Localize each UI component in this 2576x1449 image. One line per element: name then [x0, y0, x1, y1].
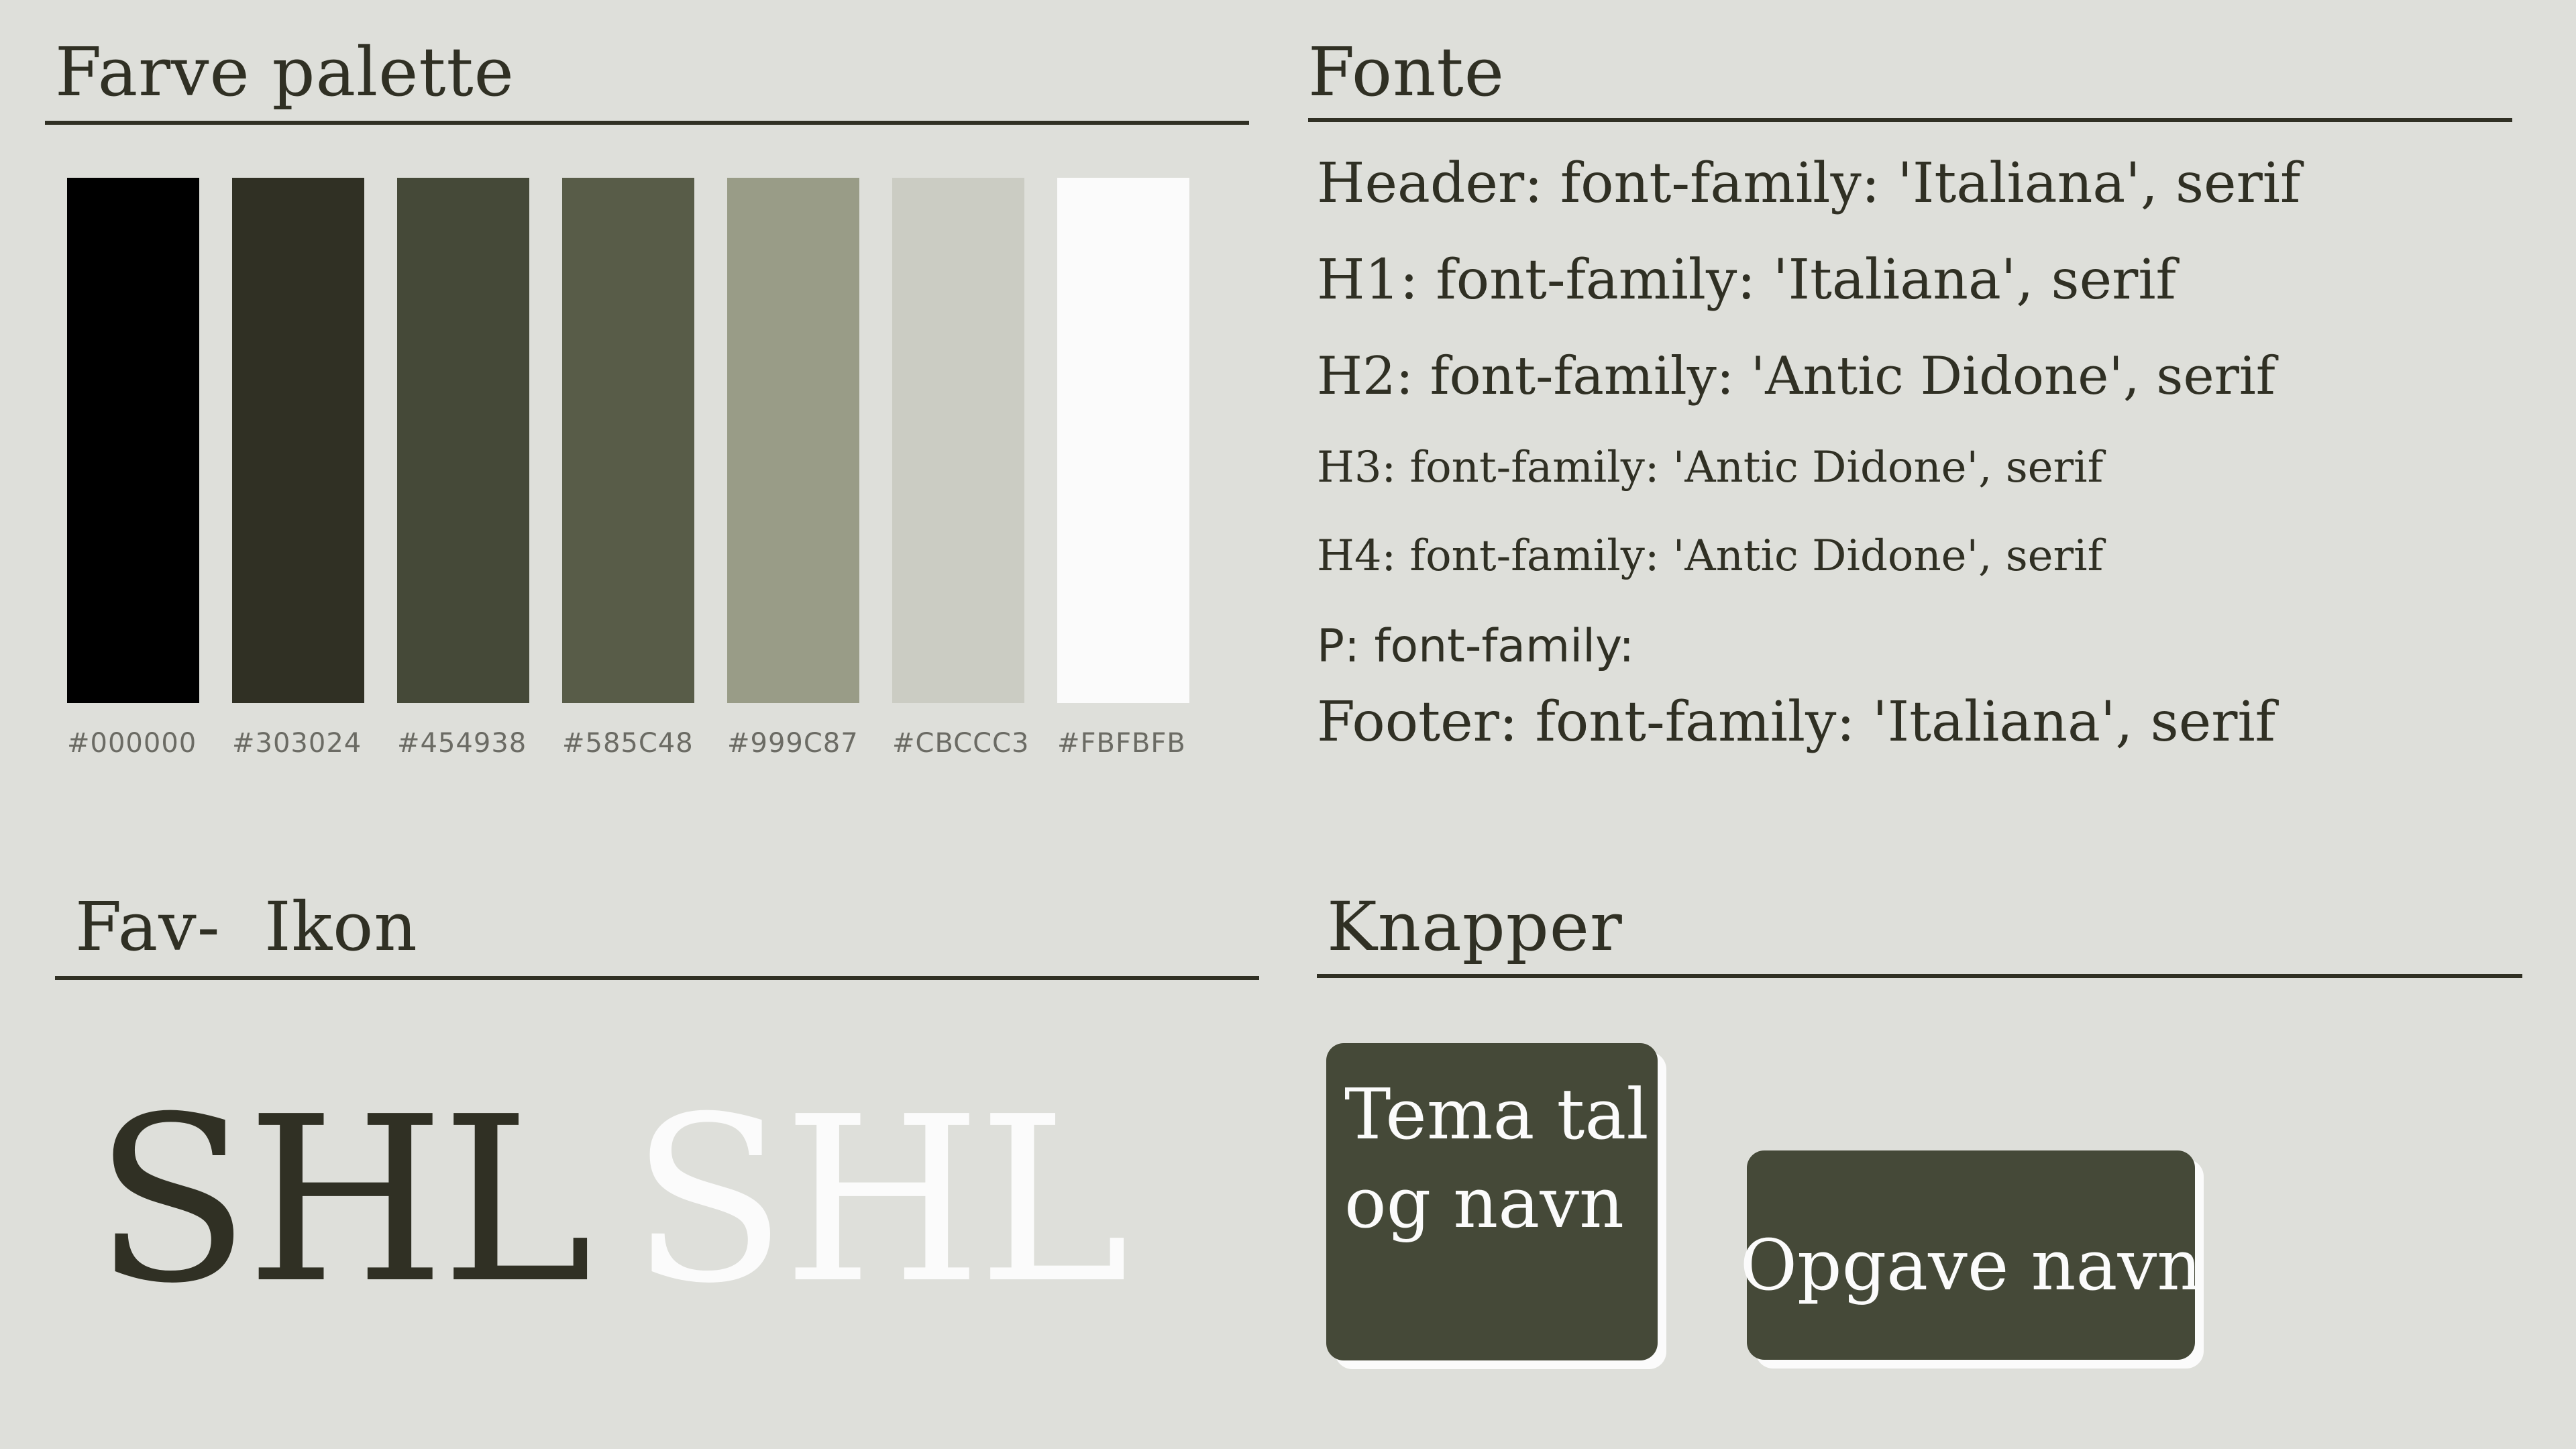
- favicon-divider: [55, 976, 1259, 980]
- fonts-divider: [1308, 118, 2512, 122]
- swatch-label: #454938: [397, 728, 527, 759]
- tema-button-label-line1: Tema tal: [1344, 1073, 1649, 1155]
- font-spec-h1: H1: font-family: 'Italiana', serif: [1317, 248, 2176, 312]
- swatch-label: #000000: [67, 728, 197, 759]
- palette-title: Farve palette: [55, 33, 515, 111]
- palette-divider: [45, 121, 1249, 125]
- buttons-title: Knapper: [1327, 888, 1623, 966]
- font-spec-p: P: font-family:: [1317, 620, 1635, 673]
- buttons-divider: [1317, 974, 2522, 978]
- swatch-999c87: [727, 178, 859, 703]
- font-spec-h3: H3: font-family: 'Antic Didone', serif: [1317, 443, 2104, 492]
- swatch-label: #585C48: [562, 728, 694, 759]
- swatch-label: #FBFBFB: [1057, 728, 1186, 759]
- swatch-000000: [67, 178, 199, 703]
- tema-button[interactable]: Tema tal og navn: [1326, 1043, 1658, 1360]
- favicon-dark: SHL: [94, 1068, 592, 1334]
- swatch-585c48: [562, 178, 694, 703]
- favicon-light: SHL: [631, 1068, 1129, 1334]
- font-spec-footer: Footer: font-family: 'Italiana', serif: [1317, 690, 2276, 754]
- swatch-label: #CBCCC3: [892, 728, 1030, 759]
- swatch-fbfbfb: [1057, 178, 1189, 703]
- swatch-454938: [397, 178, 529, 703]
- opgave-button-label: Opgave navn: [1739, 1224, 2202, 1306]
- opgave-button[interactable]: Opgave navn: [1740, 1150, 2202, 1360]
- fonts-title: Fonte: [1308, 33, 1505, 111]
- favicon-title: Fav- Ikon: [75, 888, 418, 966]
- font-spec-header: Header: font-family: 'Italiana', serif: [1317, 152, 2301, 215]
- swatch-label: #303024: [232, 728, 362, 759]
- font-spec-h2: H2: font-family: 'Antic Didone', serif: [1317, 346, 2275, 407]
- font-spec-h4: H4: font-family: 'Antic Didone', serif: [1317, 531, 2104, 581]
- swatch-303024: [232, 178, 364, 703]
- swatch-label: #999C87: [727, 728, 859, 759]
- tema-button-label-line2: og navn: [1344, 1162, 1624, 1244]
- swatch-cbccc3: [892, 178, 1024, 703]
